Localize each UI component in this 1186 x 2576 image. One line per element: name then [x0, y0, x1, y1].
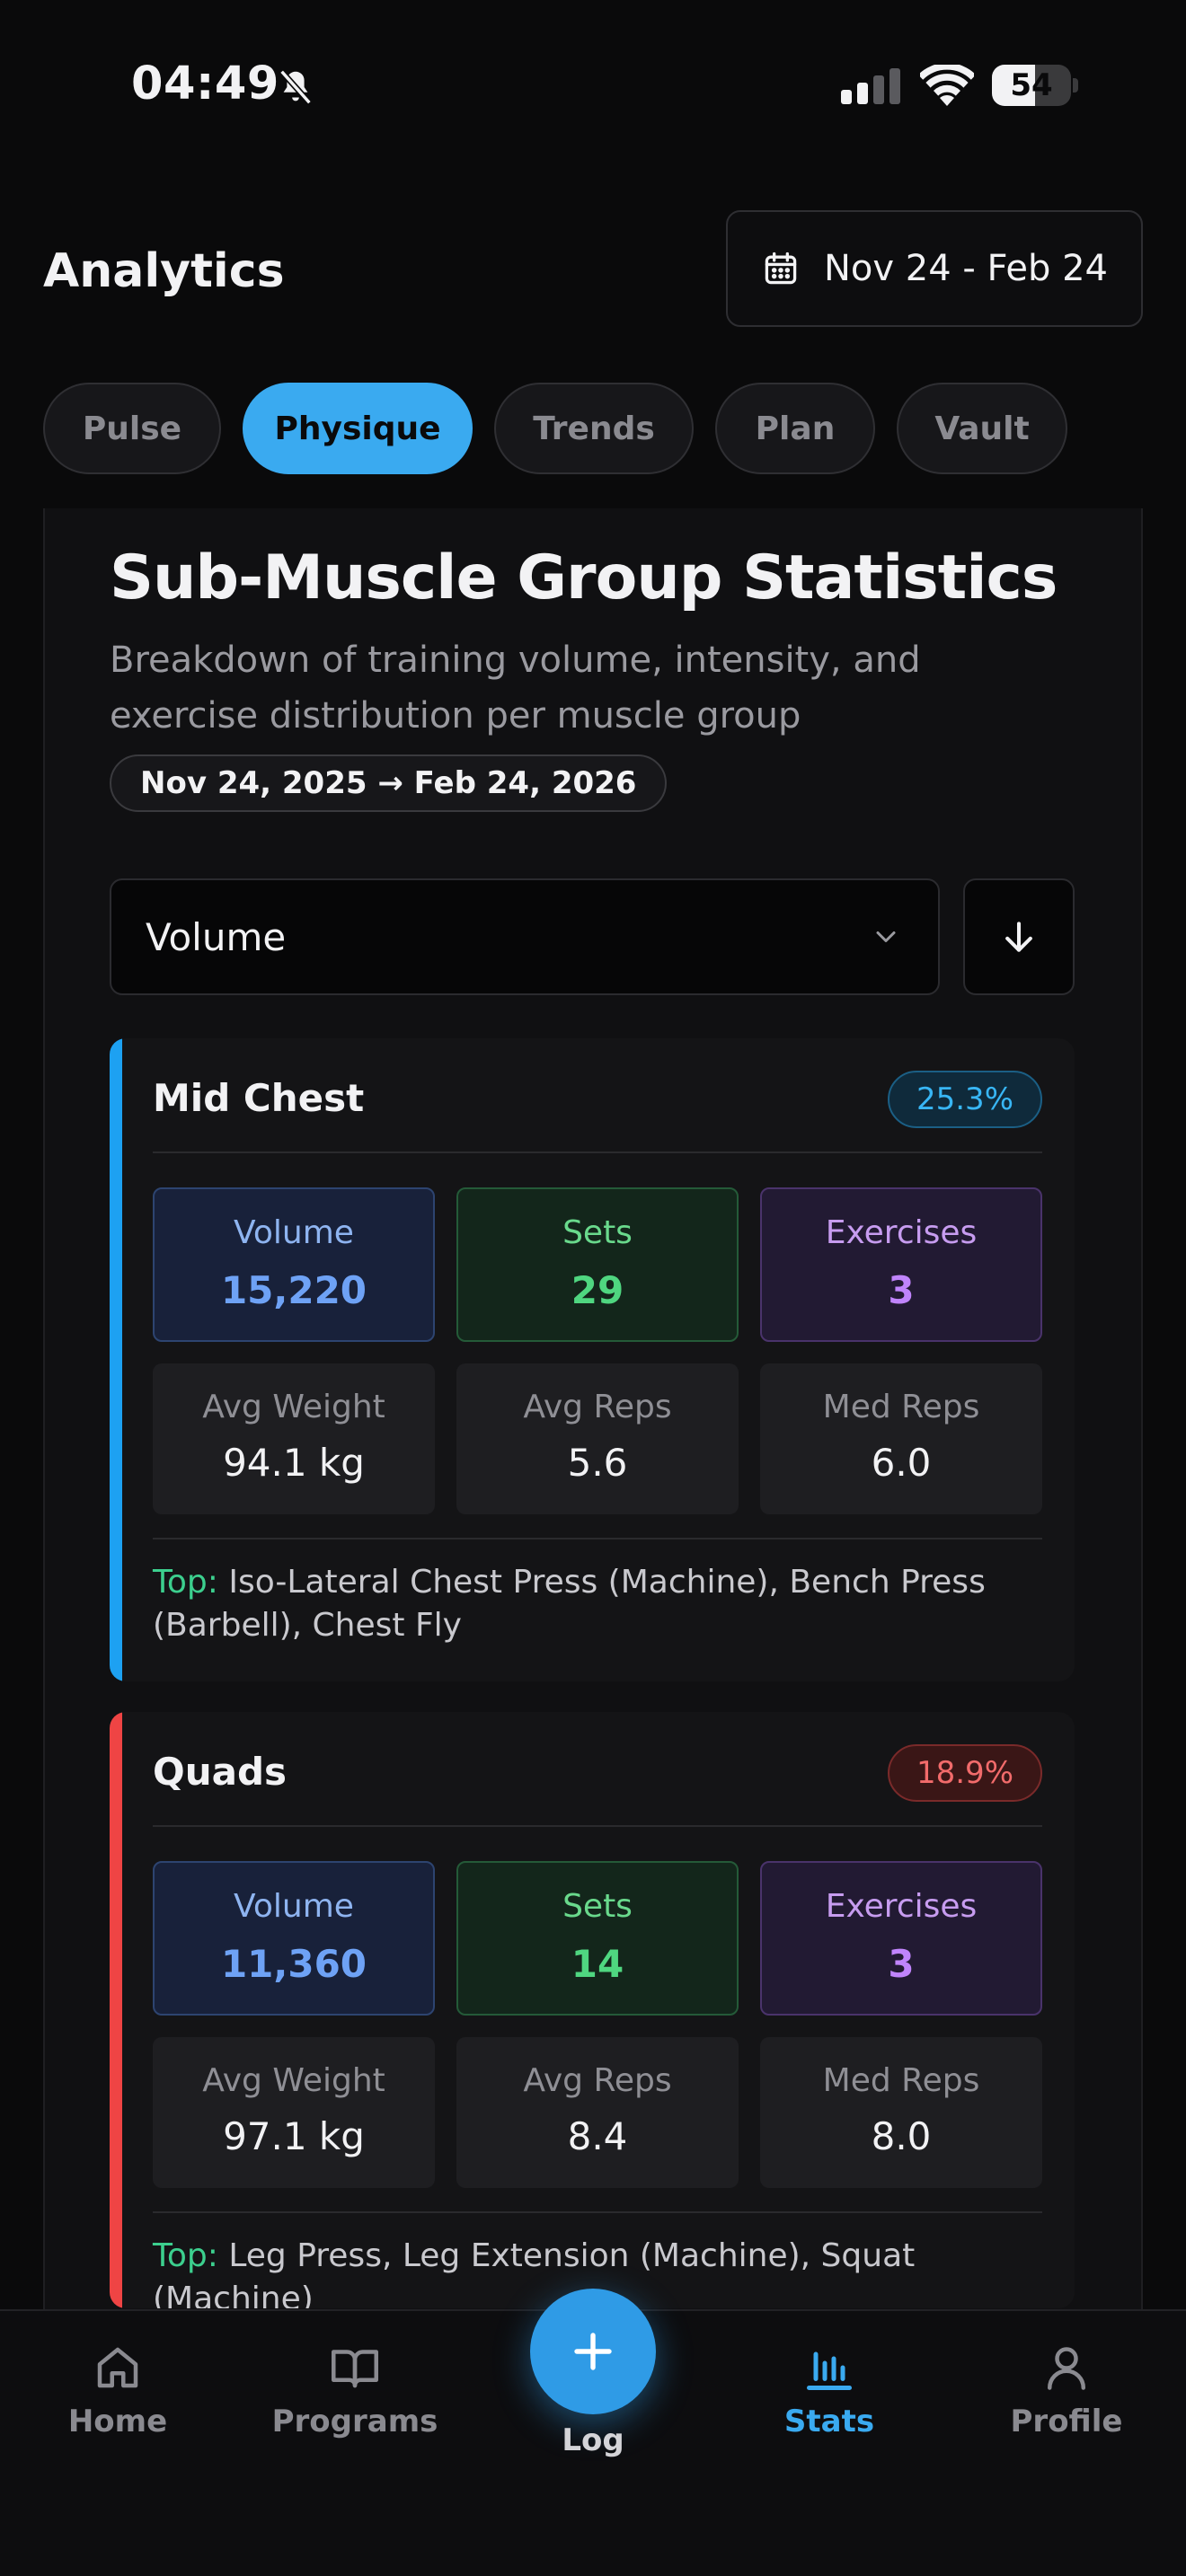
med-reps-value: 6.0 — [871, 1441, 932, 1485]
nav-profile-label: Profile — [1010, 2404, 1123, 2439]
date-range-badge: Nov 24, 2025 → Feb 24, 2026 — [110, 754, 668, 812]
top-label: Top: — [153, 1564, 218, 1601]
muscle-name: Quads — [153, 1750, 288, 1794]
card-accent-bar — [110, 1712, 122, 2308]
med-reps-label: Med Reps — [822, 2062, 980, 2099]
sort-metric-select[interactable]: Volume — [110, 878, 940, 995]
volume-stat: Volume 15,220 — [153, 1187, 435, 1342]
sets-label: Sets — [562, 1888, 633, 1925]
exercises-value: 3 — [888, 1268, 915, 1312]
wifi-icon — [920, 65, 974, 106]
sets-value: 14 — [571, 1942, 624, 1986]
page-title: Analytics — [43, 244, 285, 298]
exercises-stat: Exercises 3 — [760, 1861, 1042, 2016]
tab-trends[interactable]: Trends — [494, 383, 694, 474]
section-subtitle: Breakdown of training volume, intensity,… — [110, 640, 921, 737]
plus-icon — [574, 2333, 612, 2370]
nav-stats-label: Stats — [783, 2404, 875, 2439]
avg-weight-label: Avg Weight — [202, 1389, 385, 1425]
avg-weight-stat: Avg Weight 97.1 kg — [153, 2037, 435, 2188]
med-reps-stat: Med Reps 8.0 — [760, 2037, 1042, 2188]
exercises-stat: Exercises 3 — [760, 1187, 1042, 1342]
avg-reps-label: Avg Reps — [523, 2062, 672, 2099]
nav-home[interactable]: Home — [19, 2341, 217, 2439]
book-open-icon — [332, 2350, 378, 2388]
sets-stat: Sets 29 — [456, 1187, 739, 1342]
top-exercises-list: Iso-Lateral Chest Press (Machine), Bench… — [153, 1564, 986, 1644]
tab-physique[interactable]: Physique — [243, 383, 473, 474]
avg-reps-value: 5.6 — [567, 1441, 628, 1485]
nav-home-label: Home — [67, 2404, 168, 2439]
avg-weight-label: Avg Weight — [202, 2062, 385, 2099]
avg-reps-value: 8.4 — [567, 2114, 628, 2158]
log-workout-button[interactable] — [530, 2289, 656, 2414]
exercises-value: 3 — [888, 1942, 915, 1986]
volume-label: Volume — [234, 1214, 354, 1251]
bell-muted-icon — [279, 69, 312, 105]
divider — [153, 2211, 1042, 2213]
section-title: Sub-Muscle Group Statistics — [110, 543, 1058, 613]
volume-share-badge: 18.9% — [887, 1744, 1042, 1802]
sets-label: Sets — [562, 1214, 633, 1251]
tab-pulse[interactable]: Pulse — [43, 383, 221, 474]
nav-programs-label: Programs — [271, 2404, 438, 2439]
top-exercises: Top: Iso-Lateral Chest Press (Machine), … — [153, 1561, 1021, 1647]
top-label: Top: — [153, 2237, 218, 2274]
divider — [153, 1538, 1042, 1539]
sort-metric-value: Volume — [146, 914, 287, 959]
chevron-down-icon — [876, 931, 896, 942]
analytics-tabs: Pulse Physique Trends Plan Vault — [43, 383, 1067, 474]
avg-weight-value: 97.1 kg — [223, 2114, 365, 2158]
avg-weight-stat: Avg Weight 94.1 kg — [153, 1363, 435, 1514]
tab-vault[interactable]: Vault — [897, 383, 1067, 474]
card-accent-bar — [110, 1038, 122, 1681]
divider — [153, 1151, 1042, 1153]
avg-reps-label: Avg Reps — [523, 1389, 672, 1425]
volume-value: 11,360 — [220, 1942, 367, 1986]
avg-weight-value: 94.1 kg — [223, 1441, 365, 1485]
avg-reps-stat: Avg Reps 5.6 — [456, 1363, 739, 1514]
volume-value: 15,220 — [220, 1268, 367, 1312]
date-range-button[interactable]: Nov 24 - Feb 24 — [726, 210, 1143, 327]
home-icon — [97, 2347, 138, 2388]
exercises-label: Exercises — [825, 1214, 978, 1251]
calendar-icon — [765, 251, 797, 285]
muscle-card-quads[interactable]: Quads 18.9% Volume 11,360 Sets 14 Exerci… — [110, 1712, 1075, 2308]
exercises-label: Exercises — [825, 1888, 978, 1925]
muscle-name: Mid Chest — [153, 1076, 365, 1120]
divider — [153, 1825, 1042, 1827]
volume-stat: Volume 11,360 — [153, 1861, 435, 2016]
avg-reps-stat: Avg Reps 8.4 — [456, 2037, 739, 2188]
user-icon — [1048, 2347, 1085, 2390]
nav-stats[interactable]: Stats — [730, 2341, 928, 2439]
sets-stat: Sets 14 — [456, 1861, 739, 2016]
date-range-label: Nov 24 - Feb 24 — [824, 248, 1108, 289]
bar-chart-icon — [807, 2351, 852, 2390]
tab-plan[interactable]: Plan — [715, 383, 875, 474]
nav-programs[interactable]: Programs — [256, 2341, 454, 2439]
signal-icon — [841, 68, 900, 104]
arrow-down-icon — [1005, 922, 1032, 952]
med-reps-stat: Med Reps 6.0 — [760, 1363, 1042, 1514]
top-exercises-list: Leg Press, Leg Extension (Machine), Squa… — [153, 2237, 916, 2308]
nav-profile[interactable]: Profile — [968, 2341, 1165, 2439]
volume-label: Volume — [234, 1888, 354, 1925]
med-reps-value: 8.0 — [871, 2114, 932, 2158]
sort-direction-button[interactable] — [963, 878, 1075, 995]
nav-log-label: Log — [562, 2422, 624, 2458]
muscle-card-mid-chest[interactable]: Mid Chest 25.3% Volume 15,220 Sets 29 Ex… — [110, 1038, 1075, 1681]
sets-value: 29 — [571, 1268, 624, 1312]
volume-share-badge: 25.3% — [887, 1071, 1042, 1128]
battery-icon: 54 — [992, 65, 1078, 106]
med-reps-label: Med Reps — [822, 1389, 980, 1425]
status-time: 04:49 — [131, 57, 279, 110]
battery-level: 54 — [1010, 67, 1053, 103]
